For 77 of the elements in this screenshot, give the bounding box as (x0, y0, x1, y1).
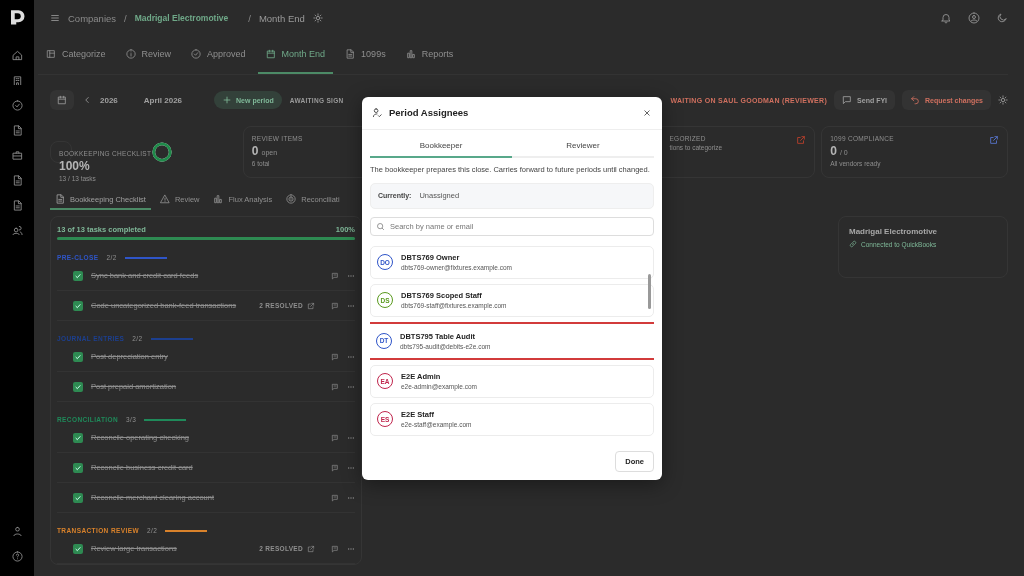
section-progress-bar (165, 529, 208, 532)
comment-icon[interactable] (331, 352, 339, 361)
calendar-icon (265, 49, 276, 59)
nav-tab[interactable]: Review (117, 36, 180, 74)
nav-tab[interactable]: 1099s (337, 36, 394, 74)
close-button[interactable] (642, 107, 652, 118)
task-checkbox[interactable] (73, 300, 83, 311)
section-progress-bar (124, 256, 167, 259)
external-link-icon[interactable] (989, 135, 999, 145)
month-label[interactable]: April 2026 (143, 95, 183, 105)
nav-tab[interactable]: Categorize (38, 36, 114, 74)
document-icon[interactable] (11, 200, 23, 211)
task-checkbox[interactable] (73, 492, 83, 503)
comment-icon[interactable] (331, 544, 339, 553)
users-icon[interactable] (11, 225, 23, 236)
task-checkbox[interactable] (73, 270, 83, 281)
user-check-icon (372, 107, 383, 118)
chevron-left-icon[interactable] (82, 95, 92, 105)
target-icon (286, 194, 297, 204)
comment-icon[interactable] (331, 301, 339, 310)
scrollbar-thumb[interactable] (648, 273, 651, 309)
bar-chart-icon (213, 194, 224, 204)
stat-value: 100% (59, 159, 90, 173)
task-checkbox[interactable] (73, 462, 83, 473)
task-checkbox[interactable] (73, 543, 83, 554)
nav-tab[interactable]: Approved (183, 36, 254, 74)
breadcrumb-separator: / (124, 12, 127, 24)
link-icon (849, 240, 857, 248)
help-icon[interactable] (11, 551, 23, 562)
section-progress-bar (144, 418, 187, 421)
bell-icon[interactable] (940, 12, 952, 24)
categorize-icon (46, 49, 56, 59)
plus-icon (222, 95, 233, 105)
info-icon (125, 49, 136, 59)
task-checkbox[interactable] (73, 432, 83, 443)
bar-chart-icon (405, 49, 416, 59)
role-tab[interactable]: Reviewer (512, 134, 654, 158)
briefcase-icon[interactable] (11, 150, 23, 161)
user-icon[interactable] (11, 526, 23, 537)
moon-icon[interactable] (996, 12, 1008, 24)
warning-icon (159, 194, 170, 204)
message-icon (842, 95, 853, 105)
calendar-button[interactable] (50, 90, 74, 110)
nav-tab[interactable]: Month End (257, 36, 334, 74)
stat-value: 0 (830, 144, 837, 158)
year-label: 2026 (100, 95, 118, 105)
menu-icon[interactable] (50, 13, 60, 23)
external-link-icon[interactable] (796, 135, 807, 145)
clipboard-icon (55, 194, 65, 204)
home-icon[interactable] (11, 50, 23, 61)
external-link-icon[interactable] (307, 301, 315, 310)
comment-icon[interactable] (331, 433, 339, 442)
external-link-icon[interactable] (307, 544, 315, 553)
company-name: Madrigal Electromotive (849, 227, 939, 236)
nav-tab[interactable]: Reports (397, 36, 462, 74)
page-breadcrumb: Month End (258, 12, 305, 24)
document-icon (345, 49, 356, 59)
progress-ring (151, 141, 174, 163)
role-tab[interactable]: Bookkeeper (370, 134, 512, 158)
task-checkbox[interactable] (73, 381, 83, 392)
comment-icon[interactable] (331, 493, 339, 502)
dialog-title: Period Assignees (389, 107, 469, 118)
undo-icon (910, 95, 921, 105)
search-icon (376, 221, 385, 231)
section-progress-bar (150, 337, 193, 340)
company-breadcrumb[interactable]: Madrigal Electromotive (134, 13, 229, 23)
building-icon[interactable] (11, 75, 23, 86)
comment-icon[interactable] (331, 463, 339, 472)
stat-value: 0 (251, 144, 259, 158)
breadcrumb-separator: / (248, 12, 251, 24)
comment-icon[interactable] (331, 271, 339, 280)
calendar-icon (57, 95, 67, 105)
document-icon[interactable] (11, 125, 23, 136)
breadcrumb-link[interactable]: Companies (68, 12, 117, 24)
task-checkbox[interactable] (73, 351, 83, 362)
logo-icon[interactable] (8, 8, 26, 26)
comment-icon[interactable] (331, 382, 339, 391)
